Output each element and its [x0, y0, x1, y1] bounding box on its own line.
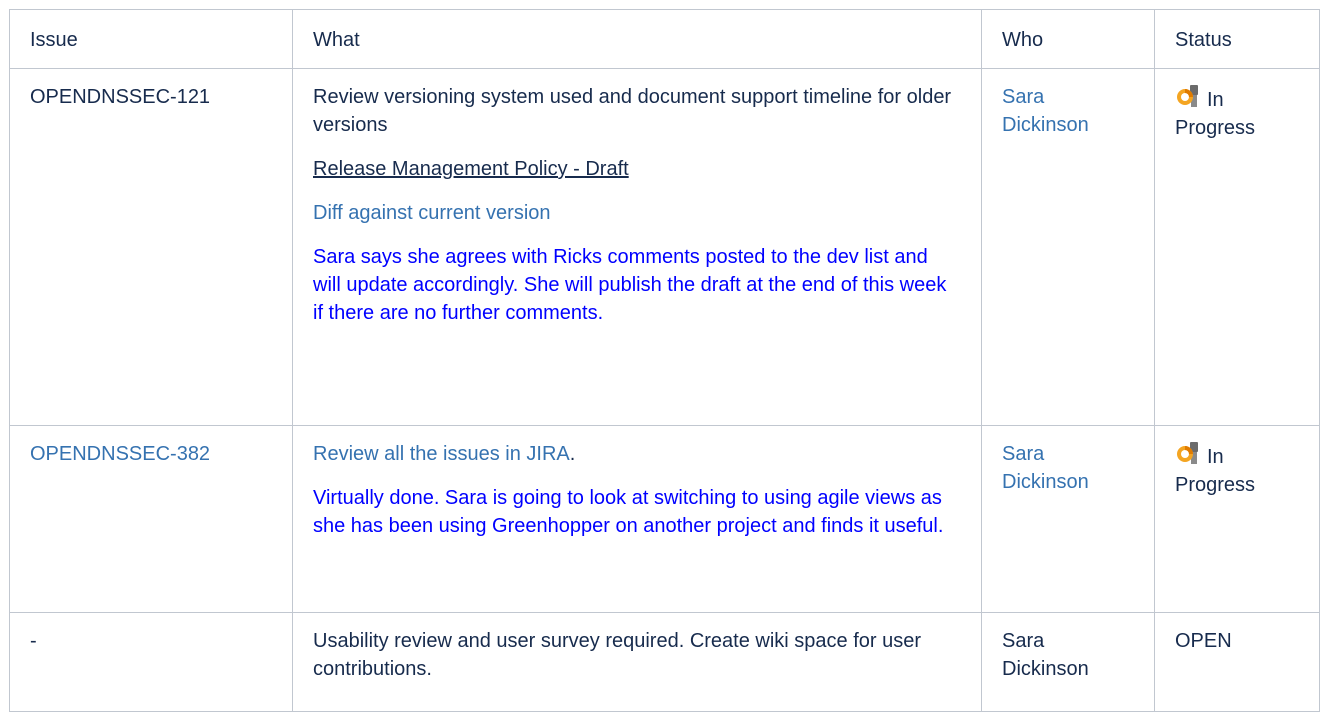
table-row: OPENDNSSEC-121 Review versioning system … — [9, 68, 1320, 426]
what-suffix: . — [569, 443, 576, 465]
what-cell: Usability review and user survey require… — [292, 612, 982, 712]
diff-link[interactable]: Diff against current version — [313, 202, 551, 224]
status-cell: OPEN — [1154, 612, 1320, 712]
issue-cell: OPENDNSSEC-121 — [9, 68, 293, 426]
status-text: OPEN — [1175, 630, 1232, 652]
status-cell: In Progress — [1154, 68, 1320, 426]
what-cell: Review versioning system used and docume… — [292, 68, 982, 426]
user-link[interactable]: Sara Dickinson — [1002, 443, 1089, 493]
header-issue: Issue — [9, 9, 293, 69]
issues-table: Issue What Who Status OPENDNSSEC-121 Rev… — [9, 9, 1320, 712]
issue-key: OPENDNSSEC-121 — [30, 86, 211, 108]
issue-cell: OPENDNSSEC-382 — [9, 425, 293, 613]
what-description: Review versioning system used and docume… — [313, 86, 952, 136]
status-cell: In Progress — [1154, 425, 1320, 613]
what-description: Usability review and user survey require… — [313, 630, 922, 680]
header-status: Status — [1154, 9, 1320, 69]
table-row: - Usability review and user survey requi… — [9, 612, 1320, 712]
user-link[interactable]: Sara Dickinson — [1002, 86, 1089, 136]
header-who: Who — [981, 9, 1155, 69]
in-progress-status-icon — [1177, 442, 1198, 464]
what-note: Sara says she agrees with Ricks comments… — [313, 246, 947, 324]
in-progress-status-icon — [1177, 85, 1198, 107]
issue-key: - — [30, 630, 37, 652]
header-row: Issue What Who Status — [9, 9, 1320, 69]
header-what: What — [292, 9, 982, 69]
issue-cell: - — [9, 612, 293, 712]
who-cell: Sara Dickinson — [981, 612, 1155, 712]
what-description-link[interactable]: Review all the issues in JIRA — [313, 443, 570, 465]
user-name: Sara Dickinson — [1002, 630, 1089, 680]
who-cell: Sara Dickinson — [981, 68, 1155, 426]
release-policy-link[interactable]: Release Management Policy - Draft — [313, 158, 629, 180]
what-note: Virtually done. Sara is going to look at… — [313, 487, 944, 537]
what-cell: Review all the issues in JIRA. Virtually… — [292, 425, 982, 613]
table-row: OPENDNSSEC-382 Review all the issues in … — [9, 425, 1320, 613]
who-cell: Sara Dickinson — [981, 425, 1155, 613]
issue-key-link[interactable]: OPENDNSSEC-382 — [30, 443, 210, 465]
